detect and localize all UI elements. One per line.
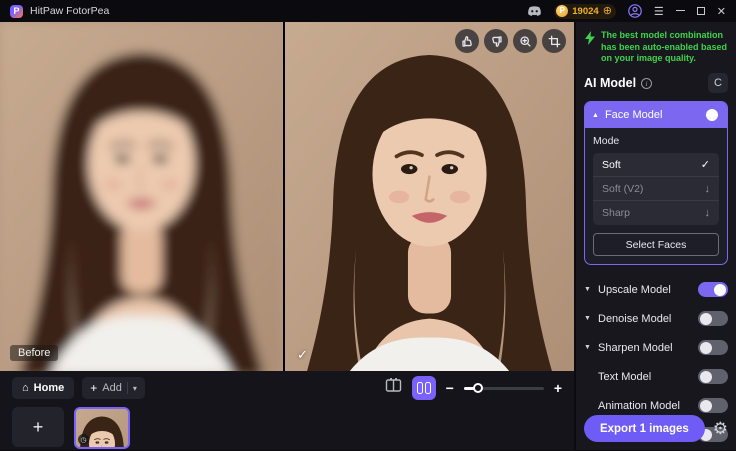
collapse-icon: ▲ [592,112,599,119]
history-badge-icon: ◷ [78,434,89,445]
zoom-icon[interactable] [513,29,537,53]
crop-icon[interactable] [542,29,566,53]
notice-text: The best model combination has been auto… [601,30,728,65]
model-label: Text Model [598,371,698,383]
credits-count: 19024 [572,6,598,17]
minimize-icon[interactable] [676,10,685,11]
toggle-switch[interactable] [698,369,728,384]
menu-icon[interactable]: ☰ [654,5,664,18]
lightning-icon [584,31,596,45]
model-row-text-model: Text Model [584,362,728,391]
before-image-panel[interactable]: Before [0,22,283,371]
reset-icon[interactable]: C [708,73,728,93]
after-image [285,22,574,371]
model-label: Denoise Model [598,313,698,325]
model-label: Upscale Model [598,284,698,296]
select-faces-button[interactable]: Select Faces [593,233,719,256]
toggle-switch[interactable] [698,340,728,355]
settings-gear-icon[interactable]: ⚙ [713,420,728,437]
home-icon: ⌂ [22,382,29,394]
credits-badge[interactable]: P 19024 ⊕ [554,4,616,19]
face-model-panel: ▲ Face Model Mode Soft✓Soft (V2)↓Sharp↓ … [584,101,728,265]
toggle-switch[interactable] [698,311,728,326]
mode-option-sharp[interactable]: Sharp↓ [593,201,719,225]
mode-option-label: Soft (V2) [602,183,705,195]
download-icon: ↓ [705,183,711,195]
after-image-panel[interactable]: ✓ [285,22,574,371]
image-thumbnail[interactable]: ◷ [74,407,130,449]
caret-down-icon[interactable]: ▼ [584,315,598,322]
home-label: Home [34,382,65,394]
model-row-upscale-model: ▼Upscale Model [584,275,728,304]
model-row-denoise-model: ▼Denoise Model [584,304,728,333]
mode-list: Soft✓Soft (V2)↓Sharp↓ [593,153,719,225]
add-plus-icon: + [90,381,97,395]
mode-option-label: Sharp [602,207,705,219]
caret-down-icon[interactable]: ▼ [584,344,598,351]
divider [127,382,128,394]
face-model-toggle[interactable] [690,108,720,123]
add-image-tile[interactable]: + [12,407,64,447]
mode-option-soft[interactable]: Soft✓ [593,153,719,177]
face-model-label: Face Model [605,109,684,121]
add-label: Add [102,382,122,394]
image-viewer: Before ✓ [0,22,574,371]
mode-option-soft-v2-[interactable]: Soft (V2)↓ [593,177,719,201]
add-credits-icon[interactable]: ⊕ [603,6,612,17]
caret-down-icon[interactable]: ▼ [584,286,598,293]
maximize-icon[interactable] [697,7,705,15]
home-button[interactable]: ⌂ Home [12,377,74,399]
thumbs-down-icon[interactable] [484,29,508,53]
zoom-out-icon[interactable]: − [446,380,454,396]
processed-check-icon: ✓ [297,347,308,363]
toggle-switch[interactable] [698,282,728,297]
model-label: Animation Model [598,400,698,412]
add-button[interactable]: + Add ▾ [82,377,145,399]
account-icon[interactable] [628,4,642,18]
side-by-side-view-button[interactable] [412,376,436,400]
app-logo-icon: P [10,5,23,18]
toggle-switch[interactable] [698,398,728,413]
bottom-bar: ⌂ Home + Add ▾ − + + ◷ [0,371,574,450]
zoom-slider-knob[interactable] [473,383,483,393]
model-row-sharpen-model: ▼Sharpen Model [584,333,728,362]
zoom-in-icon[interactable]: + [554,380,562,396]
auto-enable-notice: The best model combination has been auto… [584,30,728,65]
thumbs-up-icon[interactable] [455,29,479,53]
coin-icon: P [556,5,568,17]
sidebar: The best model combination has been auto… [576,22,736,450]
download-icon: ↓ [705,207,711,219]
discord-icon[interactable] [527,5,542,17]
check-icon: ✓ [701,158,710,171]
mode-label: Mode [593,135,719,147]
model-label: Sharpen Model [598,342,698,354]
mode-option-label: Soft [602,159,701,171]
before-image [0,22,283,371]
app-title: HitPaw FotorPea [30,5,109,17]
ai-model-title: AI Model [584,76,636,90]
export-button[interactable]: Export 1 images [584,415,705,442]
zoom-slider[interactable] [464,387,544,390]
chevron-down-icon[interactable]: ▾ [133,384,137,393]
face-model-header[interactable]: ▲ Face Model [585,102,727,128]
before-label: Before [10,345,58,361]
info-icon[interactable]: i [641,78,652,89]
titlebar: P HitPaw FotorPea P 19024 ⊕ ☰ ✕ [0,0,736,22]
close-icon[interactable]: ✕ [717,5,726,18]
split-view-icon[interactable] [385,378,402,398]
